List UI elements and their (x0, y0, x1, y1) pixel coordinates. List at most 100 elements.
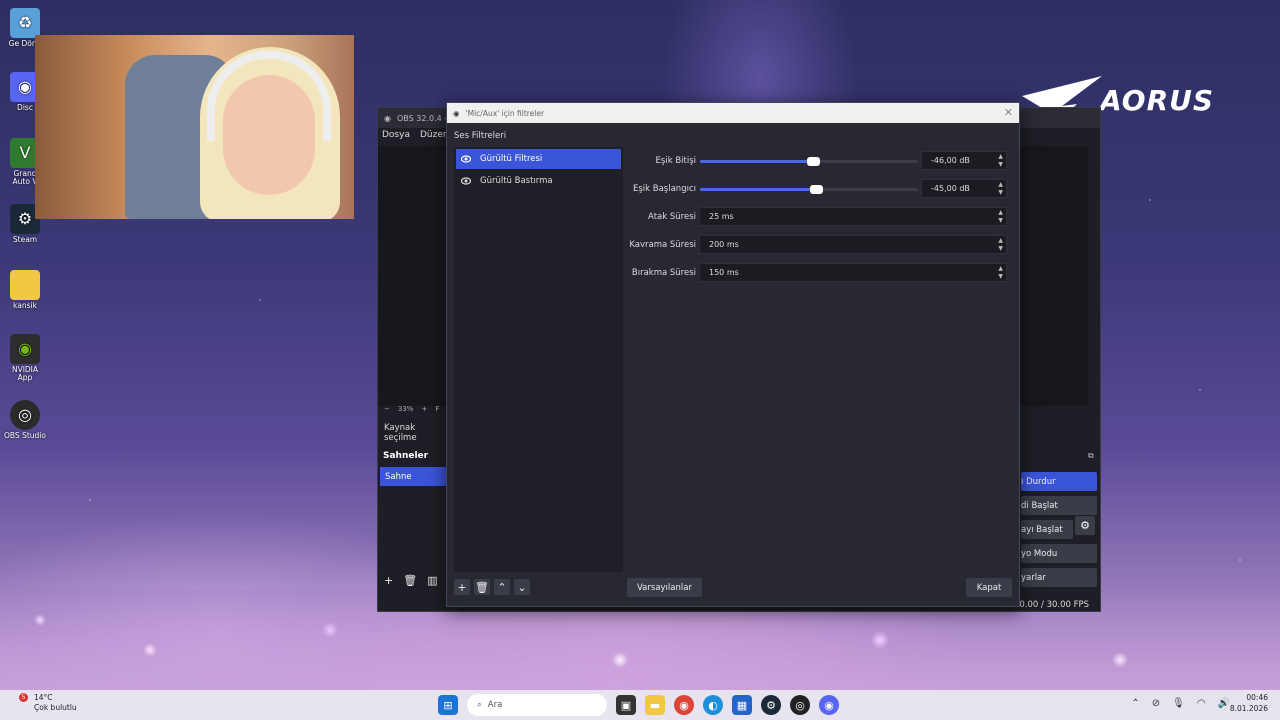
desktop-icon-label: Grand Auto V (12, 169, 38, 187)
spin-arrows-icon[interactable]: ▲ ▼ (998, 237, 1003, 253)
start-recording-button[interactable]: di Başlat (1021, 496, 1097, 515)
menu-file[interactable]: Dosya (382, 130, 410, 140)
studio-mode-label: yo Modu (1021, 549, 1058, 559)
add-filter-button[interactable]: + (454, 579, 470, 595)
zoom-in-button[interactable]: + (421, 405, 427, 413)
task-view-icon[interactable]: ▣ (616, 695, 636, 715)
desktop-icon-nvidia[interactable]: ◉ NVIDIA App (4, 334, 46, 383)
close-threshold-spinbox[interactable]: -46,00 dB ▲ ▼ (921, 151, 1007, 170)
defaults-button[interactable]: Varsayılanlar (627, 578, 702, 597)
dialog-titlebar[interactable]: ◉ 'Mic/Aux' için filtreler ✕ (447, 103, 1019, 123)
gear-icon[interactable]: ⚙ (1075, 516, 1095, 535)
chrome-icon[interactable]: ◉ (674, 695, 694, 715)
slider-fill (700, 188, 816, 191)
weather-widget[interactable]: 5 14°C Çok bulutlu (19, 693, 77, 713)
file-explorer-icon[interactable]: ▬ (645, 695, 665, 715)
filter-list[interactable]: Gürültü Filtresi Gürültü Bastırma (454, 147, 623, 572)
slider-fill (700, 160, 813, 163)
slider-handle[interactable] (810, 185, 823, 194)
desktop-icon-label: OBS Studio (4, 431, 46, 440)
microphone-icon[interactable]: 🎙 (1172, 698, 1185, 709)
dialog-title: 'Mic/Aux' için filtreler (465, 108, 545, 118)
desktop-icon-folder[interactable]: kansik (4, 270, 46, 310)
source-selection-label: Kaynak seçilme (384, 423, 417, 443)
open-threshold-label: Eşik Başlangıcı (632, 184, 696, 194)
wifi-icon[interactable]: ◠ (1197, 698, 1206, 709)
discord-icon[interactable]: ◉ (819, 695, 839, 715)
stop-streaming-label: ı Durdur (1021, 477, 1056, 487)
open-threshold-spinbox[interactable]: -45,00 dB ▲ ▼ (921, 179, 1007, 198)
slider-handle[interactable] (807, 157, 820, 166)
obs-right-panel (1020, 146, 1088, 406)
filter-toolbar: + 🗑 ⌃ ⌄ (454, 579, 530, 595)
recycle-bin-icon: ♻ (10, 8, 40, 38)
obs-preview[interactable] (378, 146, 448, 406)
scene-filters-button[interactable]: ▥ (427, 574, 437, 587)
desktop-icon-obs[interactable]: ◎ OBS Studio (4, 400, 46, 440)
scenes-panel-title: Sahneler (383, 451, 429, 461)
zoom-fit-button[interactable]: F (435, 405, 439, 413)
attack-time-value: 25 ms (709, 212, 734, 221)
taskbar-clock[interactable]: 00:46 8.01.2026 (1230, 693, 1268, 714)
obs-icon[interactable]: ◎ (790, 695, 810, 715)
volume-icon[interactable]: 🔊 (1218, 698, 1230, 709)
edge-icon[interactable]: ◐ (703, 695, 723, 715)
nvidia-icon: ◉ (10, 334, 40, 364)
close-icon[interactable]: ✕ (1004, 106, 1013, 119)
eye-icon[interactable] (461, 176, 471, 186)
hold-time-value: 200 ms (709, 240, 739, 249)
steam-icon[interactable]: ⚙ (761, 695, 781, 715)
desktop-icon-label: Disc (17, 103, 33, 112)
move-up-button[interactable]: ⌃ (494, 579, 510, 595)
taskbar: 5 14°C Çok bulutlu ⊞ ⌕ Ara ▣ ▬ ◉ ◐ ▦ ⚙ ◎… (0, 690, 1280, 720)
studio-mode-button[interactable]: yo Modu (1021, 544, 1097, 563)
attack-time-spinbox[interactable]: 25 ms ▲ ▼ (699, 207, 1007, 226)
remove-scene-button[interactable]: 🗑 (403, 574, 417, 587)
clock-date: 8.01.2026 (1229, 703, 1268, 713)
weather-desc: Çok bulutlu (34, 702, 77, 712)
spin-arrows-icon[interactable]: ▲ ▼ (998, 181, 1003, 197)
eye-icon[interactable] (461, 154, 471, 164)
move-down-button[interactable]: ⌄ (514, 579, 530, 595)
add-scene-button[interactable]: + (384, 574, 393, 587)
filter-item-noise-gate[interactable]: Gürültü Filtresi (456, 149, 621, 169)
chevron-up-icon[interactable]: ⌃ (1131, 698, 1139, 709)
open-threshold-slider[interactable] (700, 185, 918, 194)
remove-filter-button[interactable]: 🗑 (474, 579, 490, 595)
spin-arrows-icon[interactable]: ▲ ▼ (998, 209, 1003, 225)
dock-float-icon[interactable]: ⧉ (1088, 451, 1094, 461)
scene-item-sahne[interactable]: Sahne (380, 467, 446, 486)
filters-dialog[interactable]: ◉ 'Mic/Aux' için filtreler ✕ Ses Filtrel… (446, 102, 1020, 607)
obs-app-icon: ◉ (453, 108, 460, 118)
aorus-logo: AORUS (1100, 84, 1215, 117)
fps-status: 40.00 / 30.00 FPS (1014, 600, 1090, 610)
close-threshold-slider[interactable] (700, 157, 918, 166)
settings-button[interactable]: yarlar (1021, 568, 1097, 587)
windows-start-icon[interactable]: ⊞ (438, 695, 458, 715)
release-time-row: Bırakma Süresi 150 ms ▲ ▼ (627, 263, 1013, 283)
release-time-spinbox[interactable]: 150 ms ▲ ▼ (699, 263, 1007, 282)
store-icon[interactable]: ▦ (732, 695, 752, 715)
filter-item-noise-suppression[interactable]: Gürültü Bastırma (456, 171, 621, 191)
taskbar-search[interactable]: ⌕ Ara (467, 694, 607, 716)
start-virtual-camera-button[interactable]: ayı Başlat (1021, 520, 1073, 539)
hold-time-row: Kavrama Süresi 200 ms ▲ ▼ (627, 235, 1013, 255)
defaults-button-label: Varsayılanlar (637, 583, 692, 593)
hold-time-spinbox[interactable]: 200 ms ▲ ▼ (699, 235, 1007, 254)
webcam-overlay (35, 35, 354, 219)
spin-arrows-icon[interactable]: ▲ ▼ (998, 153, 1003, 169)
stop-streaming-button[interactable]: ı Durdur (1021, 472, 1097, 491)
network-off-icon[interactable]: ⊘ (1152, 698, 1160, 709)
close-threshold-value: -46,00 dB (931, 156, 970, 165)
spin-arrows-icon[interactable]: ▲ ▼ (998, 265, 1003, 281)
start-recording-label: di Başlat (1021, 501, 1058, 511)
obs-app-icon: ◉ (384, 113, 391, 123)
zoom-out-button[interactable]: − (384, 405, 390, 413)
weather-temp: 14°C (34, 693, 53, 702)
open-threshold-row: Eşik Başlangıcı -45,00 dB ▲ ▼ (627, 179, 1013, 199)
audio-filters-heading: Ses Filtreleri (454, 131, 507, 141)
close-threshold-row: Eşik Bitişi -46,00 dB ▲ ▼ (627, 151, 1013, 171)
settings-label: yarlar (1021, 573, 1046, 583)
start-virtual-camera-label: ayı Başlat (1021, 525, 1063, 535)
close-button[interactable]: Kapat (966, 578, 1012, 597)
